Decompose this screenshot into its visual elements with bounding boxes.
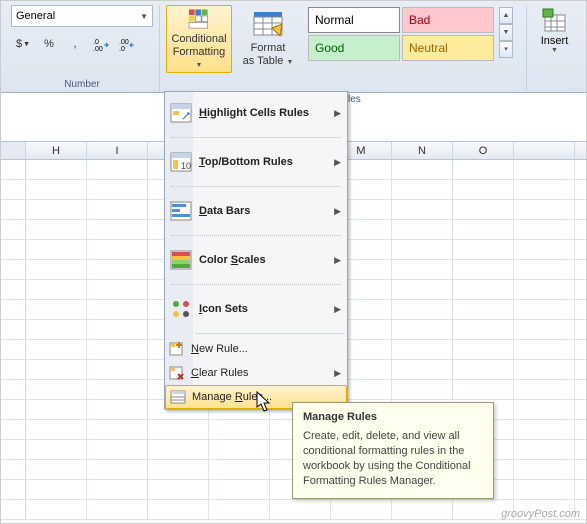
chevron-down-icon: ▼ [140,12,148,21]
col-header[interactable]: O [453,142,514,159]
new-rule-icon [169,341,185,357]
menu-label: Top/Bottom Rules [199,156,334,168]
submenu-arrow-icon: ▶ [334,157,341,168]
select-all-corner[interactable] [1,142,26,159]
top-bottom-icon: 10 [169,150,193,174]
menu-item-color-scales[interactable]: Color Scales ▶ [165,239,347,281]
col-header[interactable]: N [392,142,453,159]
insert-cells-icon [541,7,569,35]
menu-item-clear-rules[interactable]: Clear Rules ▶ [165,361,347,385]
svg-text:.00: .00 [93,46,103,51]
insert-button[interactable]: Insert ▼ [533,5,576,56]
label: Format [251,42,286,54]
ribbon: General ▼ $▼ % , .0.00 .00.0 Number [1,1,586,93]
conditional-formatting-icon [183,8,215,31]
col-header[interactable]: I [87,142,148,159]
conditional-formatting-menu: Highlight Cells Rules ▶ 10 Top/Bottom Ru… [164,91,348,410]
label: Insert [541,35,569,47]
color-scales-icon [169,248,193,272]
clear-rules-icon [169,365,185,381]
group-label-number: Number [5,77,159,92]
submenu-arrow-icon: ▶ [334,255,341,266]
cell-styles-gallery[interactable]: Normal Bad Good Neutral [308,7,494,61]
svg-text:.00: .00 [119,39,129,46]
gallery-more-button[interactable]: ▾ [499,41,513,58]
submenu-arrow-icon: ▶ [334,304,341,315]
svg-text:10: 10 [181,161,191,171]
label: as Table ▼ [243,55,294,67]
tooltip-title: Manage Rules [303,411,483,423]
menu-label: New Rule... [191,343,341,355]
percent-button[interactable]: % [37,33,61,55]
increase-decimal-button[interactable]: .0.00 [89,33,113,55]
decrease-decimal-button[interactable]: .00.0 [115,33,139,55]
submenu-arrow-icon: ▶ [334,206,341,217]
menu-item-top-bottom[interactable]: 10 Top/Bottom Rules ▶ [165,141,347,183]
menu-label: Highlight Cells Rules [199,107,334,119]
data-bars-icon [169,199,193,223]
gallery-down-button[interactable]: ▼ [499,24,513,41]
icon-sets-icon [169,297,193,321]
conditional-formatting-button[interactable]: Conditional Formatting ▼ [166,5,232,73]
number-format-value: General [16,10,55,22]
highlight-cells-icon [169,101,193,125]
label: Conditional [171,33,226,45]
chevron-down-icon: ▼ [286,59,293,66]
svg-text:.0: .0 [119,46,125,51]
gallery-scroll: ▲ ▼ ▾ [499,7,513,58]
tooltip-body: Create, edit, delete, and view all condi… [303,429,483,488]
group-styles: Conditional Formatting ▼ Format as Table… [159,5,526,92]
accounting-format-button[interactable]: $▼ [11,33,35,55]
style-normal[interactable]: Normal [308,7,400,33]
watermark: groovyPost.com [501,508,580,520]
increase-decimal-icon: .0.00 [93,37,109,51]
menu-item-highlight-cells[interactable]: Highlight Cells Rules ▶ [165,92,347,134]
style-bad[interactable]: Bad [402,7,494,33]
tooltip: Manage Rules Create, edit, delete, and v… [292,402,494,499]
svg-text:.0: .0 [93,39,99,46]
group-label-styles-fragment: les [348,94,361,105]
chevron-down-icon: ▼ [551,47,558,54]
manage-rules-icon [170,389,186,405]
label: Formatting ▼ [171,46,227,70]
decrease-decimal-icon: .00.0 [119,37,135,51]
col-header[interactable] [514,142,575,159]
format-as-table-button[interactable]: Format as Table ▼ [235,5,301,73]
menu-item-new-rule[interactable]: New Rule... [165,337,347,361]
group-number: General ▼ $▼ % , .0.00 .00.0 Number [5,5,159,92]
style-good[interactable]: Good [308,35,400,61]
format-as-table-icon [252,8,284,40]
style-neutral[interactable]: Neutral [402,35,494,61]
submenu-arrow-icon: ▶ [334,108,341,119]
number-format-combo[interactable]: General ▼ [11,5,153,27]
gallery-up-button[interactable]: ▲ [499,7,513,24]
menu-label: Data Bars [199,205,334,217]
menu-label: Color Scales [199,254,334,266]
comma-style-button[interactable]: , [63,33,87,55]
chevron-down-icon: ▼ [23,41,30,48]
menu-label: Icon Sets [199,303,334,315]
menu-item-data-bars[interactable]: Data Bars ▶ [165,190,347,232]
menu-item-icon-sets[interactable]: Icon Sets ▶ [165,288,347,330]
submenu-arrow-icon: ▶ [334,368,341,379]
menu-label: Clear Rules [191,367,334,379]
group-cells: Insert ▼ [526,5,582,92]
col-header[interactable]: H [26,142,87,159]
chevron-down-icon: ▼ [196,62,203,69]
